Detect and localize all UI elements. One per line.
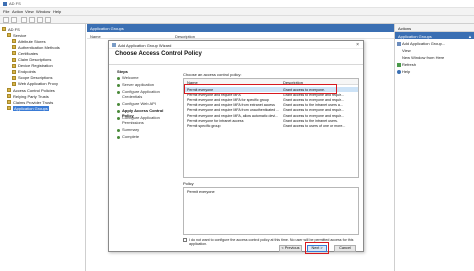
- folder-icon: [7, 106, 11, 111]
- wizard-title: Add Application Group Wizard: [118, 42, 172, 48]
- step-status-icon: [117, 84, 120, 87]
- wizard-title-bar: Add Application Group Wizard ×: [109, 41, 363, 49]
- forward-icon[interactable]: [11, 17, 17, 23]
- actions-pane: Actions Application Groups ▲ Add Applica…: [394, 24, 474, 271]
- actions-title: Actions: [398, 25, 412, 31]
- policy-name: Permit specific group: [187, 123, 221, 128]
- folder-icon: [12, 51, 16, 56]
- policy-prompt: Choose an access control policy:: [183, 72, 242, 77]
- policy-name: Permit everyone for intranet access: [187, 118, 244, 123]
- folder-icon: [12, 57, 16, 62]
- menu-action[interactable]: Action: [12, 9, 23, 14]
- policy-description: Grant access to everyone and requir...: [283, 108, 344, 113]
- policy-detail-text: Permit everyone: [187, 190, 215, 194]
- navigation-tree: AD FS Service Attribute Stores Authenticati…: [0, 24, 86, 271]
- step-status-icon: [117, 129, 120, 132]
- wizard-icon: [112, 43, 116, 47]
- actions-subheader-label: Application Groups: [398, 33, 432, 39]
- menu-help[interactable]: Help: [53, 9, 61, 14]
- policy-description: Grant access to the intranet users.: [283, 118, 338, 123]
- help-icon[interactable]: [37, 17, 43, 23]
- policy-row[interactable]: Permit specific group Grant access to use…: [184, 123, 358, 128]
- policy-detail-box: Permit everyone: [183, 187, 359, 235]
- menu-file[interactable]: File: [3, 9, 9, 14]
- policy-description: Grant access to the intranet users a...: [283, 103, 343, 108]
- title-bar: AD FS: [0, 0, 474, 8]
- center-header: Application Groups: [87, 24, 394, 32]
- step-status-icon: [117, 117, 120, 120]
- skip-policy-checkbox[interactable]: [183, 238, 187, 242]
- action-help[interactable]: Help: [397, 69, 410, 74]
- wizard-steps: Steps Welcome Server application Configure…: [117, 69, 164, 139]
- policy-description: Grant access to everyone and requir...: [283, 113, 344, 118]
- policy-name: Permit everyone and require MFA from una…: [187, 108, 280, 113]
- policy-name: Permit everyone and require MFA, allow a…: [187, 113, 279, 118]
- refresh-icon: [397, 62, 401, 67]
- col-description[interactable]: Description: [175, 34, 195, 39]
- properties-icon[interactable]: [45, 17, 51, 23]
- toolbar: [0, 16, 474, 24]
- action-view[interactable]: View: [402, 48, 411, 53]
- folder-icon: [12, 75, 16, 80]
- folder-icon: [2, 27, 6, 31]
- next-highlight-box: [305, 242, 329, 254]
- wizard-heading: Choose Access Control Policy: [115, 51, 202, 57]
- folder-icon: [12, 45, 16, 50]
- menu-window[interactable]: Window: [36, 9, 50, 14]
- col-name[interactable]: Name: [90, 34, 101, 39]
- folder-icon: [7, 33, 11, 38]
- previous-button[interactable]: < Previous: [279, 245, 302, 252]
- app-icon: [3, 2, 7, 6]
- policy-description: Grant access to everyone and requir...: [283, 97, 344, 102]
- add-application-group-wizard: Add Application Group Wizard × Choose Ac…: [108, 40, 364, 254]
- folder-icon: [12, 39, 16, 44]
- column-headers: Name Description: [87, 32, 394, 39]
- step-status-icon: [117, 110, 120, 113]
- action-new-window[interactable]: New Window from Here: [402, 55, 444, 60]
- folder-icon: [7, 94, 11, 99]
- policy-name: Permit everyone and require MFA from ext…: [187, 103, 275, 108]
- up-icon[interactable]: [21, 17, 27, 23]
- actions-subheader[interactable]: Application Groups ▲: [395, 32, 474, 39]
- add-icon: [397, 41, 401, 46]
- policy-description: Grant access to users of one or more...: [283, 123, 346, 128]
- steps-header: Steps: [117, 69, 128, 74]
- folder-icon: [12, 81, 16, 86]
- step-status-icon: [117, 103, 120, 106]
- actions-header: Actions: [395, 24, 474, 32]
- folder-icon: [12, 69, 16, 74]
- folder-icon: [7, 88, 11, 92]
- step-status-icon: [117, 91, 120, 94]
- policy-label: Policy: [183, 181, 194, 186]
- collapse-arrow-icon[interactable]: ▲: [468, 34, 472, 39]
- header-divider: [109, 64, 363, 65]
- help-icon: [397, 69, 401, 74]
- policy-name: Permit everyone and require MFA for spec…: [187, 97, 269, 102]
- step-status-icon: [117, 77, 120, 80]
- window-title: AD FS: [9, 1, 21, 6]
- close-icon[interactable]: ×: [356, 42, 359, 48]
- selection-highlight-box: [184, 84, 337, 94]
- action-refresh[interactable]: Refresh: [397, 62, 416, 67]
- step-status-icon: [117, 136, 120, 139]
- action-add-application-group[interactable]: Add Application Group...: [397, 41, 445, 46]
- folder-icon: [7, 100, 11, 105]
- folder-icon: [12, 63, 16, 68]
- policy-table: Name Description Permit everyone Grant ac…: [183, 78, 359, 178]
- back-icon[interactable]: [3, 17, 9, 23]
- menu-bar: File Action View Window Help: [0, 8, 474, 16]
- show-hide-tree-icon[interactable]: [29, 17, 35, 23]
- menu-view[interactable]: View: [25, 9, 34, 14]
- center-header-title: Application Groups: [90, 25, 124, 31]
- cancel-button[interactable]: Cancel: [334, 245, 356, 252]
